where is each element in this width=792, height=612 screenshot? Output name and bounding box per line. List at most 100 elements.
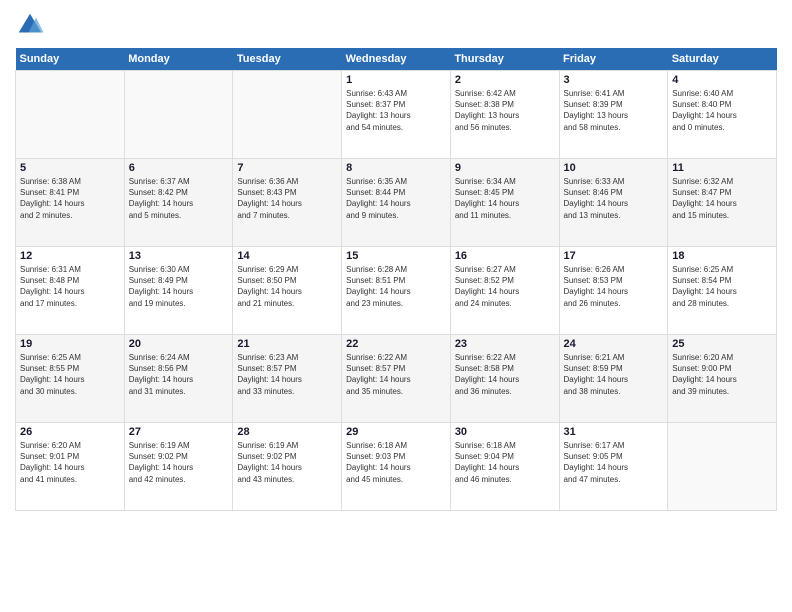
day-number: 7	[237, 162, 337, 174]
day-number: 6	[129, 162, 229, 174]
calendar-cell: 26Sunrise: 6:20 AMSunset: 9:01 PMDayligh…	[16, 423, 125, 511]
day-number: 29	[346, 426, 446, 438]
logo	[15, 10, 49, 40]
day-of-week-monday: Monday	[124, 48, 233, 71]
logo-icon	[15, 10, 45, 40]
day-info: Sunrise: 6:17 AMSunset: 9:05 PMDaylight:…	[564, 440, 664, 485]
calendar-cell: 3 Sunrise: 6:41 AMSunset: 8:39 PMDaylight…	[559, 71, 668, 159]
calendar-cell: 20Sunrise: 6:24 AMSunset: 8:56 PMDayligh…	[124, 335, 233, 423]
day-info: Sunrise: 6:20 AMSunset: 9:00 PMDaylight:…	[672, 352, 772, 397]
day-number: 22	[346, 338, 446, 350]
day-number: 15	[346, 250, 446, 262]
day-info: Sunrise: 6:18 AMSunset: 9:04 PMDaylight:…	[455, 440, 555, 485]
day-info: Sunrise: 6:22 AMSunset: 8:58 PMDaylight:…	[455, 352, 555, 397]
day-number: 21	[237, 338, 337, 350]
calendar-week-row: 26Sunrise: 6:20 AMSunset: 9:01 PMDayligh…	[16, 423, 777, 511]
day-of-week-tuesday: Tuesday	[233, 48, 342, 71]
day-of-week-saturday: Saturday	[668, 48, 777, 71]
calendar-cell: 15 Sunrise: 6:28 AMSunset: 8:51 PMDayligh…	[342, 247, 451, 335]
calendar-cell: 21 Sunrise: 6:23 AMSunset: 8:57 PMDayligh…	[233, 335, 342, 423]
day-number: 27	[129, 426, 229, 438]
calendar-cell: 30 Sunrise: 6:18 AMSunset: 9:04 PMDayligh…	[450, 423, 559, 511]
calendar-cell: 24 Sunrise: 6:21 AMSunset: 8:59 PMDayligh…	[559, 335, 668, 423]
calendar-week-row: 12 Sunrise: 6:31 AMSunset: 8:48 PMDayligh…	[16, 247, 777, 335]
day-info: Sunrise: 6:25 AMSunset: 8:55 PMDaylight:…	[20, 352, 120, 397]
day-of-week-thursday: Thursday	[450, 48, 559, 71]
calendar-cell: 7 Sunrise: 6:36 AMSunset: 8:43 PMDaylight…	[233, 159, 342, 247]
day-info: Sunrise: 6:27 AMSunset: 8:52 PMDaylight:…	[455, 264, 555, 309]
day-number: 12	[20, 250, 120, 262]
calendar-cell: 13 Sunrise: 6:30 AMSunset: 8:49 PMDayligh…	[124, 247, 233, 335]
day-number: 4	[672, 74, 772, 86]
calendar-cell: 11Sunrise: 6:32 AMSunset: 8:47 PMDayligh…	[668, 159, 777, 247]
day-number: 10	[564, 162, 664, 174]
day-info: Sunrise: 6:19 AMSunset: 9:02 PMDaylight:…	[237, 440, 337, 485]
calendar-cell: 9 Sunrise: 6:34 AMSunset: 8:45 PMDaylight…	[450, 159, 559, 247]
calendar-week-row: 5 Sunrise: 6:38 AMSunset: 8:41 PMDaylight…	[16, 159, 777, 247]
day-number: 14	[237, 250, 337, 262]
calendar-cell: 25 Sunrise: 6:20 AMSunset: 9:00 PMDayligh…	[668, 335, 777, 423]
day-info: Sunrise: 6:41 AMSunset: 8:39 PMDaylight:…	[564, 88, 664, 133]
calendar-cell	[233, 71, 342, 159]
calendar-cell: 1 Sunrise: 6:43 AMSunset: 8:37 PMDaylight…	[342, 71, 451, 159]
calendar-cell: 12 Sunrise: 6:31 AMSunset: 8:48 PMDayligh…	[16, 247, 125, 335]
day-info: Sunrise: 6:35 AMSunset: 8:44 PMDaylight:…	[346, 176, 446, 221]
day-info: Sunrise: 6:28 AMSunset: 8:51 PMDaylight:…	[346, 264, 446, 309]
day-info: Sunrise: 6:33 AMSunset: 8:46 PMDaylight:…	[564, 176, 664, 221]
day-number: 24	[564, 338, 664, 350]
day-number: 18	[672, 250, 772, 262]
day-number: 8	[346, 162, 446, 174]
day-info: Sunrise: 6:29 AMSunset: 8:50 PMDaylight:…	[237, 264, 337, 309]
page-container: SundayMondayTuesdayWednesdayThursdayFrid…	[0, 0, 792, 516]
day-number: 2	[455, 74, 555, 86]
calendar-cell: 17Sunrise: 6:26 AMSunset: 8:53 PMDayligh…	[559, 247, 668, 335]
day-of-week-wednesday: Wednesday	[342, 48, 451, 71]
day-info: Sunrise: 6:42 AMSunset: 8:38 PMDaylight:…	[455, 88, 555, 133]
day-info: Sunrise: 6:36 AMSunset: 8:43 PMDaylight:…	[237, 176, 337, 221]
day-number: 25	[672, 338, 772, 350]
day-of-week-sunday: Sunday	[16, 48, 125, 71]
day-info: Sunrise: 6:22 AMSunset: 8:57 PMDaylight:…	[346, 352, 446, 397]
day-number: 3	[564, 74, 664, 86]
day-number: 30	[455, 426, 555, 438]
calendar-header-row: SundayMondayTuesdayWednesdayThursdayFrid…	[16, 48, 777, 71]
calendar-table: SundayMondayTuesdayWednesdayThursdayFrid…	[15, 48, 777, 511]
day-info: Sunrise: 6:31 AMSunset: 8:48 PMDaylight:…	[20, 264, 120, 309]
day-number: 31	[564, 426, 664, 438]
calendar-week-row: 1 Sunrise: 6:43 AMSunset: 8:37 PMDaylight…	[16, 71, 777, 159]
day-number: 1	[346, 74, 446, 86]
day-number: 5	[20, 162, 120, 174]
day-of-week-friday: Friday	[559, 48, 668, 71]
calendar-cell	[668, 423, 777, 511]
day-number: 23	[455, 338, 555, 350]
day-info: Sunrise: 6:19 AMSunset: 9:02 PMDaylight:…	[129, 440, 229, 485]
day-info: Sunrise: 6:26 AMSunset: 8:53 PMDaylight:…	[564, 264, 664, 309]
calendar-cell: 29Sunrise: 6:18 AMSunset: 9:03 PMDayligh…	[342, 423, 451, 511]
calendar-cell: 23 Sunrise: 6:22 AMSunset: 8:58 PMDayligh…	[450, 335, 559, 423]
calendar-cell: 18Sunrise: 6:25 AMSunset: 8:54 PMDayligh…	[668, 247, 777, 335]
day-number: 16	[455, 250, 555, 262]
day-number: 13	[129, 250, 229, 262]
day-number: 28	[237, 426, 337, 438]
calendar-cell: 31 Sunrise: 6:17 AMSunset: 9:05 PMDayligh…	[559, 423, 668, 511]
day-info: Sunrise: 6:21 AMSunset: 8:59 PMDaylight:…	[564, 352, 664, 397]
calendar-cell: 19Sunrise: 6:25 AMSunset: 8:55 PMDayligh…	[16, 335, 125, 423]
calendar-cell: 27 Sunrise: 6:19 AMSunset: 9:02 PMDayligh…	[124, 423, 233, 511]
day-number: 26	[20, 426, 120, 438]
calendar-week-row: 19Sunrise: 6:25 AMSunset: 8:55 PMDayligh…	[16, 335, 777, 423]
calendar-cell: 5 Sunrise: 6:38 AMSunset: 8:41 PMDaylight…	[16, 159, 125, 247]
day-number: 9	[455, 162, 555, 174]
day-info: Sunrise: 6:23 AMSunset: 8:57 PMDaylight:…	[237, 352, 337, 397]
day-info: Sunrise: 6:30 AMSunset: 8:49 PMDaylight:…	[129, 264, 229, 309]
day-info: Sunrise: 6:38 AMSunset: 8:41 PMDaylight:…	[20, 176, 120, 221]
calendar-cell: 4Sunrise: 6:40 AMSunset: 8:40 PMDaylight…	[668, 71, 777, 159]
day-info: Sunrise: 6:34 AMSunset: 8:45 PMDaylight:…	[455, 176, 555, 221]
page-header	[15, 10, 777, 40]
calendar-cell: 6 Sunrise: 6:37 AMSunset: 8:42 PMDaylight…	[124, 159, 233, 247]
calendar-cell	[16, 71, 125, 159]
day-info: Sunrise: 6:37 AMSunset: 8:42 PMDaylight:…	[129, 176, 229, 221]
calendar-cell: 14 Sunrise: 6:29 AMSunset: 8:50 PMDayligh…	[233, 247, 342, 335]
calendar-cell: 10 Sunrise: 6:33 AMSunset: 8:46 PMDayligh…	[559, 159, 668, 247]
day-info: Sunrise: 6:43 AMSunset: 8:37 PMDaylight:…	[346, 88, 446, 133]
day-number: 11	[672, 162, 772, 174]
